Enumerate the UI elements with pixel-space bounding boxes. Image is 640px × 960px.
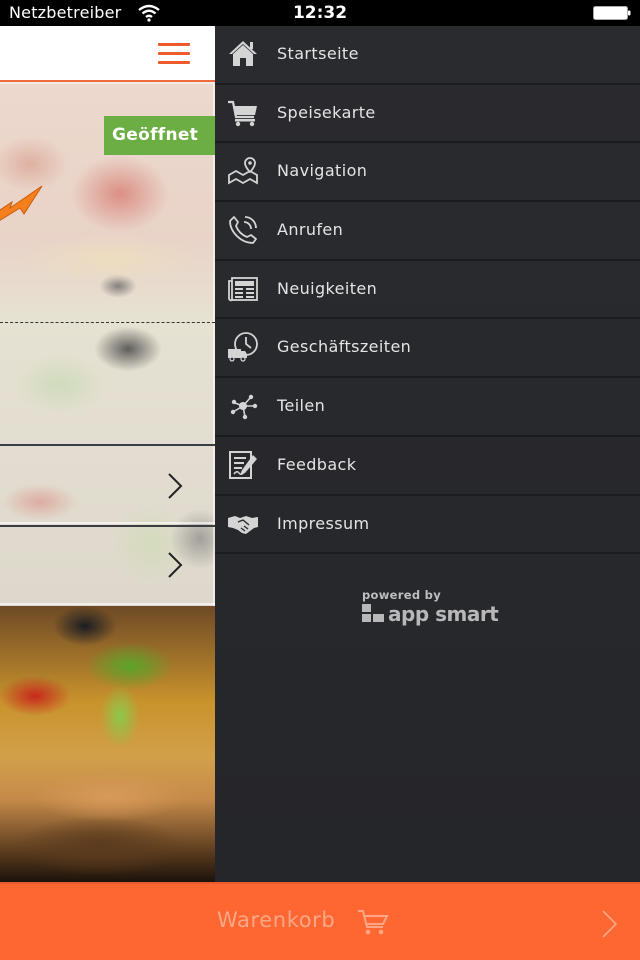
powered-by: powered by app smart	[362, 588, 499, 626]
dashed-divider	[0, 322, 215, 323]
handshake-icon	[228, 515, 258, 534]
menu-item-speisekarte[interactable]: Speisekarte	[215, 85, 640, 144]
powered-by-label: powered by	[362, 588, 441, 602]
chevron-right-icon[interactable]	[166, 550, 184, 580]
menu-item-teilen[interactable]: Teilen	[215, 378, 640, 437]
cart-bar[interactable]: Warenkorb	[0, 882, 640, 960]
food-image	[0, 606, 215, 882]
menu-item-label: Anrufen	[277, 220, 344, 240]
menu-item-label: Navigation	[277, 161, 368, 181]
menu-item-impressum[interactable]: Impressum	[215, 496, 640, 555]
chevron-right-icon[interactable]	[166, 471, 184, 501]
menu-item-label: Speisekarte	[277, 102, 376, 122]
row-divider	[0, 444, 215, 446]
clock: 12:32	[292, 3, 348, 23]
shopping-cart-icon	[358, 910, 389, 935]
row-divider	[0, 603, 215, 605]
chevron-right-icon[interactable]	[600, 908, 620, 940]
hamburger-icon[interactable]	[158, 43, 190, 65]
battery-icon	[593, 6, 631, 20]
share-icon	[230, 394, 258, 420]
menu-item-label: Geschäftszeiten	[277, 337, 412, 357]
row-divider	[0, 522, 215, 524]
delivery-clock-icon	[228, 332, 258, 363]
menu-item-neuigkeiten[interactable]: Neuigkeiten	[215, 261, 640, 320]
newspaper-icon	[228, 276, 258, 301]
menu-item-feedback[interactable]: Feedback	[215, 437, 640, 496]
main-app-view: Geöffnet	[0, 26, 215, 882]
app-header	[0, 26, 215, 82]
menu-item-label: Neuigkeiten	[277, 278, 378, 298]
menu-item-navigation[interactable]: Navigation	[215, 143, 640, 203]
map-pin-icon	[228, 157, 258, 185]
open-status-badge: Geöffnet	[104, 116, 215, 155]
cart-label: Warenkorb	[217, 908, 336, 932]
menu-item-label: Teilen	[277, 396, 326, 416]
menu-item-label: Impressum	[277, 513, 370, 533]
menu-item-geschaeftszeiten[interactable]: Geschäftszeiten	[215, 319, 640, 379]
menu-item-label: Feedback	[277, 454, 357, 474]
menu-item-anrufen[interactable]: Anrufen	[215, 202, 640, 261]
hero-image	[0, 84, 215, 606]
menu-item-startseite[interactable]: Startseite	[215, 26, 640, 85]
home-icon	[229, 41, 257, 66]
menu-item-label: Startseite	[277, 44, 359, 63]
phone-icon	[229, 216, 257, 244]
row-divider	[0, 525, 215, 527]
status-bar: Netzbetreiber 12:32	[0, 0, 640, 26]
side-menu: Startseite Speisekarte Navigation Anrufe…	[215, 26, 640, 882]
arrow-icon	[0, 185, 43, 221]
brand-name: app smart	[388, 602, 499, 626]
cart-icon	[228, 100, 257, 126]
feedback-icon	[229, 450, 257, 479]
